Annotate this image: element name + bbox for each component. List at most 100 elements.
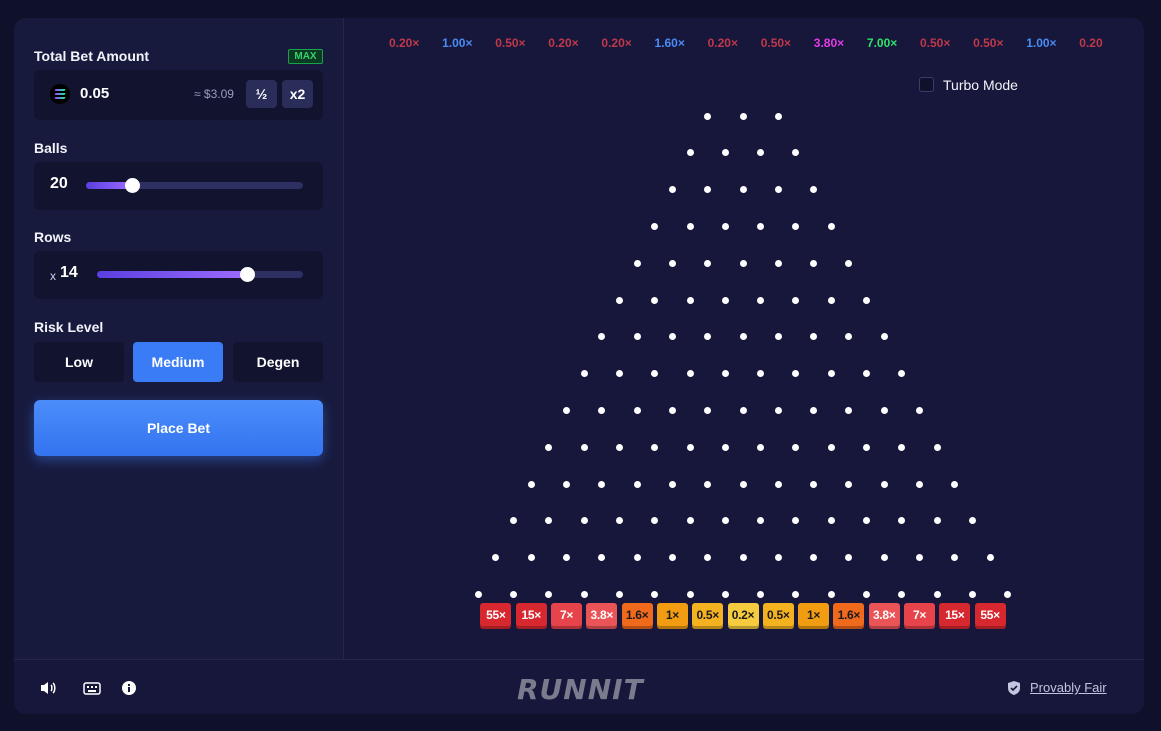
balls-value: 20 (50, 175, 68, 192)
keyboard-icon[interactable] (83, 680, 101, 696)
info-icon[interactable] (121, 680, 139, 696)
peg (563, 480, 570, 488)
max-button[interactable]: MAX (288, 49, 323, 64)
peg (739, 480, 747, 488)
balls-label: Balls (34, 140, 68, 156)
peg (563, 406, 570, 414)
peg (739, 406, 747, 414)
risk-level-label: Risk Level (34, 319, 104, 335)
peg (686, 590, 694, 598)
peg (757, 149, 765, 157)
peg (774, 333, 782, 341)
peg (757, 222, 765, 230)
peg (863, 370, 871, 378)
multiplier-bucket: 15× (515, 603, 547, 629)
peg (721, 370, 729, 378)
peg (721, 222, 729, 230)
history-item: 0.50× (495, 36, 526, 50)
peg (774, 112, 782, 120)
peg (739, 259, 747, 267)
peg (721, 443, 729, 451)
peg (668, 480, 676, 488)
peg (510, 517, 518, 525)
peg (792, 296, 800, 304)
peg (1004, 590, 1012, 598)
shield-check-icon (1008, 681, 1020, 695)
peg (845, 406, 853, 414)
multiplier-bucket: 3.8× (586, 603, 618, 629)
place-bet-button[interactable]: Place Bet (34, 400, 323, 456)
peg (757, 370, 765, 378)
multiplier-bucket: 0.5× (762, 603, 794, 629)
peg (615, 370, 623, 378)
peg (615, 517, 623, 525)
runnit-logo: RUNNIT (517, 673, 644, 706)
peg (633, 333, 641, 341)
peg (704, 406, 712, 414)
provably-fair-link[interactable]: Provably Fair (1030, 680, 1107, 695)
bet-sidebar: Total Bet Amount MAX 0.05 ≈ $3.09 ½ x2 B… (14, 18, 344, 659)
volume-icon[interactable] (39, 680, 57, 696)
bet-usd-value: ≈ $3.09 (194, 87, 234, 101)
peg (704, 186, 712, 194)
peg (792, 590, 800, 598)
bet-amount-input[interactable]: 0.05 (80, 85, 109, 102)
peg (863, 590, 871, 598)
history-item: 0.20× (707, 36, 738, 50)
history-item: 1.00× (1026, 36, 1057, 50)
peg (545, 517, 553, 525)
history-item: 0.20× (548, 36, 579, 50)
peg (721, 590, 729, 598)
multiplier-bucket: 1× (656, 603, 688, 629)
peg (757, 590, 765, 598)
multiplier-bucket: 1.6× (833, 603, 865, 629)
double-bet-button[interactable]: x2 (282, 80, 313, 108)
peg (898, 590, 906, 598)
peg (863, 443, 871, 451)
peg (757, 296, 765, 304)
history-item: 0.20× (389, 36, 420, 50)
peg (686, 296, 694, 304)
peg (792, 517, 800, 525)
peg (792, 443, 800, 451)
risk-degen-button[interactable]: Degen (233, 342, 323, 382)
peg (633, 554, 641, 562)
peg (668, 406, 676, 414)
peg (580, 370, 588, 378)
multiplier-bucket: 55× (974, 603, 1006, 629)
multiplier-bucket: 0.2× (727, 603, 759, 629)
rows-slider[interactable] (97, 267, 303, 282)
risk-medium-button[interactable]: Medium (133, 342, 223, 382)
peg (580, 517, 588, 525)
half-bet-button[interactable]: ½ (246, 80, 277, 108)
peg (757, 517, 765, 525)
peg (774, 186, 782, 194)
turbo-mode-checkbox[interactable] (919, 77, 934, 92)
peg (686, 149, 694, 157)
multiplier-bucket: 15× (939, 603, 971, 629)
peg (651, 517, 659, 525)
balls-slider[interactable] (86, 178, 303, 193)
peg (598, 480, 606, 488)
history-item: 0.20× (601, 36, 632, 50)
peg (898, 517, 906, 525)
peg (668, 259, 676, 267)
rows-slider-handle[interactable] (240, 267, 256, 282)
risk-low-button[interactable]: Low (34, 342, 124, 382)
peg (492, 554, 500, 562)
peg (633, 259, 641, 267)
balls-slider-handle[interactable] (124, 178, 140, 193)
peg (933, 443, 941, 451)
peg (474, 590, 482, 598)
peg (863, 296, 871, 304)
history-item: 7.00× (866, 36, 898, 50)
history-item: 3.80× (813, 36, 845, 50)
history-item: 1.60× (654, 36, 685, 50)
peg (704, 480, 712, 488)
peg (933, 590, 941, 598)
peg (968, 517, 976, 525)
peg (845, 259, 853, 267)
peg (651, 222, 659, 230)
footer: RUNNIT Provably Fair (14, 659, 1144, 714)
rows-label: Rows (34, 229, 72, 245)
